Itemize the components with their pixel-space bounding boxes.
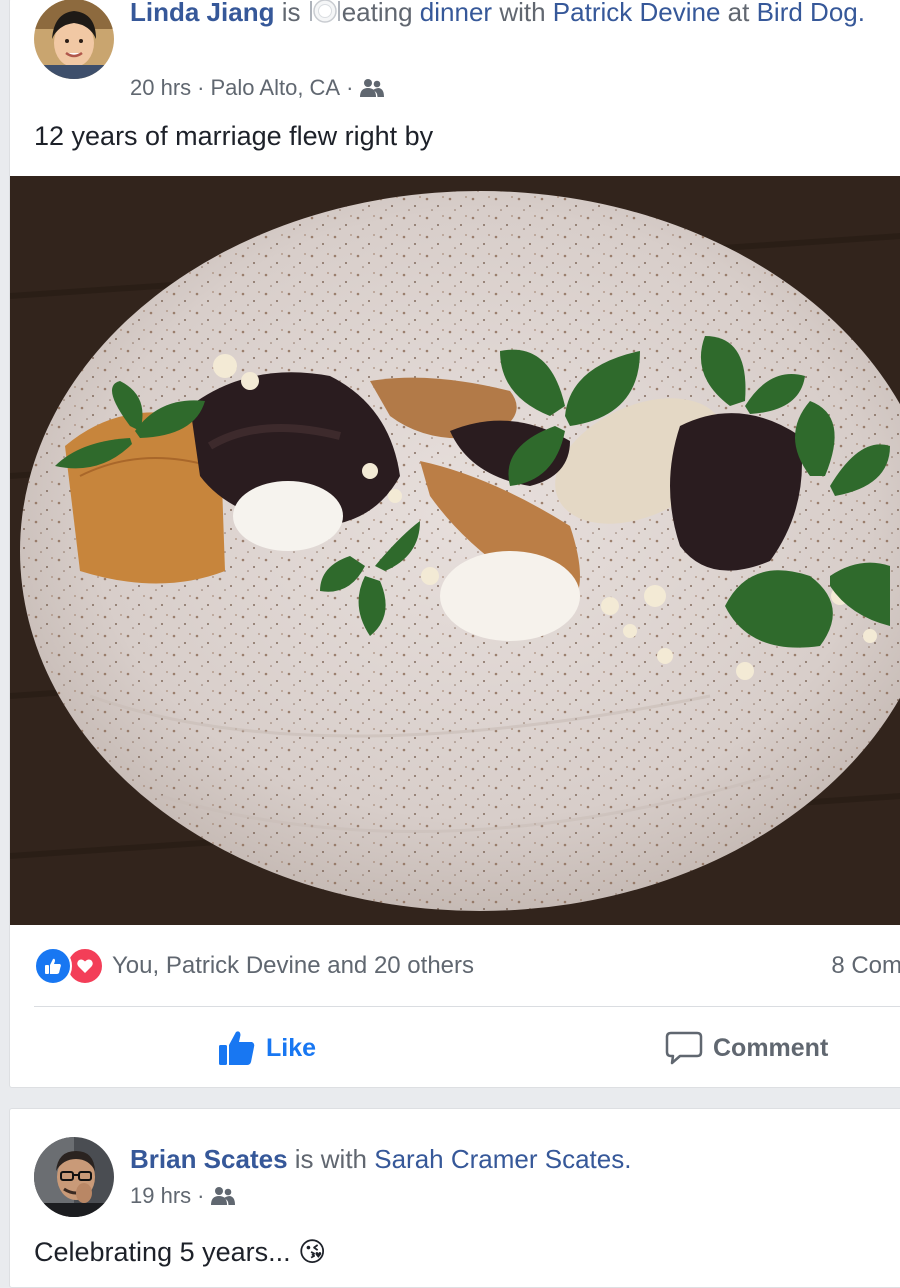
- reaction-summary-link[interactable]: You, Patrick Devine and 20 others: [112, 952, 474, 980]
- activity-verb: eating: [341, 0, 413, 27]
- post-header: Brian Scates is with Sarah Cramer Scates…: [130, 1141, 890, 1177]
- thumbs-up-icon: [218, 1030, 256, 1066]
- is-text: is: [281, 0, 301, 27]
- feed-post: Brian Scates is with Sarah Cramer Scates…: [9, 1108, 900, 1288]
- friends-icon[interactable]: [359, 78, 385, 98]
- author-name-link[interactable]: Linda Jiang: [130, 0, 274, 27]
- at-text: at: [727, 0, 750, 27]
- author-name-link[interactable]: Brian Scates: [130, 1144, 288, 1174]
- reactions-row: You, Patrick Devine and 20 others 8 Com: [34, 944, 900, 988]
- like-label: Like: [266, 1033, 317, 1062]
- meta-separator: ·: [197, 75, 205, 100]
- author-avatar[interactable]: [34, 0, 114, 79]
- author-avatar[interactable]: [34, 1137, 114, 1217]
- comment-button[interactable]: Comment: [665, 1023, 828, 1073]
- post-meta: 19 hrs ·: [130, 1183, 236, 1209]
- timestamp-link[interactable]: 20 hrs: [130, 75, 191, 101]
- divider: [34, 1006, 900, 1007]
- post-header: Linda Jiang is eating dinner with Patric…: [130, 0, 890, 33]
- location-link[interactable]: Palo Alto, CA: [210, 75, 340, 101]
- comment-count-link[interactable]: 8 Com: [831, 952, 900, 980]
- feed-post: Linda Jiang is eating dinner with Patric…: [9, 0, 900, 1088]
- post-meta: 20 hrs · Palo Alto, CA ·: [130, 75, 385, 101]
- post-photo[interactable]: [10, 176, 900, 925]
- timestamp-link[interactable]: 19 hrs: [130, 1183, 191, 1209]
- is-with-text: is with: [294, 1144, 368, 1174]
- activity-object-link[interactable]: dinner: [420, 0, 492, 27]
- meta-separator: ·: [197, 1183, 205, 1208]
- comment-icon: [665, 1030, 703, 1066]
- comment-label: Comment: [713, 1033, 829, 1062]
- plate-icon: [308, 0, 342, 33]
- with-text: with: [499, 0, 546, 27]
- post-text: Celebrating 5 years... 😘: [34, 1237, 327, 1267]
- place-link[interactable]: Bird Dog.: [757, 0, 865, 27]
- like-icon: [34, 947, 72, 985]
- like-button[interactable]: Like: [218, 1023, 316, 1073]
- tagged-person-link[interactable]: Patrick Devine: [553, 0, 721, 27]
- reaction-icons[interactable]: [34, 947, 104, 985]
- meta-separator: ·: [346, 75, 354, 100]
- tagged-person-link[interactable]: Sarah Cramer Scates.: [374, 1144, 631, 1174]
- post-text: 12 years of marriage flew right by: [34, 121, 434, 151]
- friends-icon[interactable]: [210, 1186, 236, 1206]
